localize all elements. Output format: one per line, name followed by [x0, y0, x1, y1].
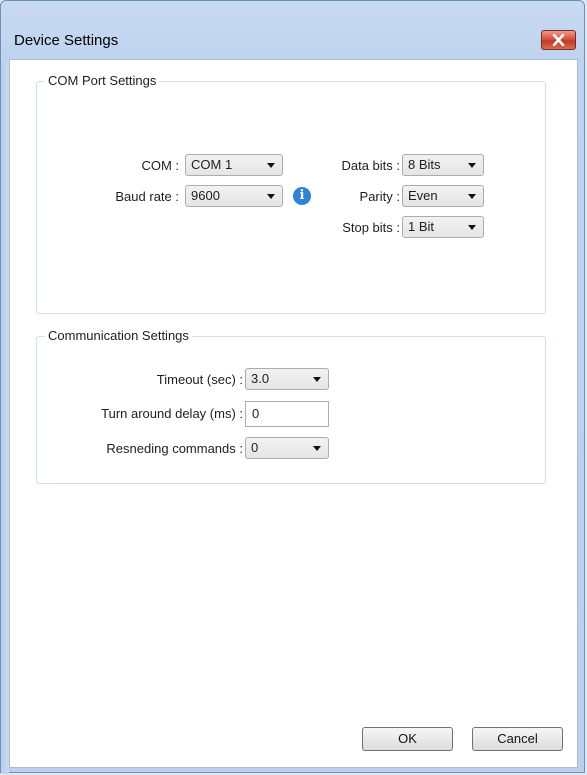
dialog-window: Device Settings COM Port Settings COM : …	[0, 0, 585, 774]
ok-button[interactable]: OK	[362, 727, 453, 751]
cancel-button[interactable]: Cancel	[472, 727, 563, 751]
com-select-value: COM 1	[191, 157, 233, 172]
turnaround-delay-label: Turn around delay (ms) :	[101, 406, 243, 421]
window-frame-edge	[1, 61, 9, 774]
stop-bits-label: Stop bits :	[342, 220, 400, 235]
data-bits-select[interactable]: 8 Bits	[402, 154, 484, 176]
chevron-down-icon	[313, 446, 321, 451]
timeout-select-value: 3.0	[251, 371, 270, 386]
stop-bits-select[interactable]: 1 Bit	[402, 216, 484, 238]
chevron-down-icon	[468, 194, 476, 199]
dialog-content: COM Port Settings COM : COM 1 Baud rate …	[9, 59, 578, 768]
communication-settings-group: Communication Settings Timeout (sec) : 3…	[36, 328, 546, 484]
timeout-select[interactable]: 3.0	[245, 368, 329, 390]
close-icon	[552, 34, 565, 46]
turnaround-delay-value: 0	[252, 406, 260, 421]
parity-select[interactable]: Even	[402, 185, 484, 207]
parity-label: Parity :	[359, 189, 400, 204]
communication-settings-title: Communication Settings	[45, 328, 192, 344]
resending-commands-select[interactable]: 0	[245, 437, 329, 459]
parity-select-value: Even	[408, 188, 438, 203]
chevron-down-icon	[267, 194, 275, 199]
chevron-down-icon	[267, 163, 275, 168]
com-select[interactable]: COM 1	[185, 154, 283, 176]
chevron-down-icon	[313, 377, 321, 382]
timeout-label: Timeout (sec) :	[156, 372, 243, 387]
resending-commands-select-value: 0	[251, 440, 259, 455]
close-button[interactable]	[541, 30, 576, 50]
data-bits-label: Data bits :	[341, 158, 400, 173]
baud-rate-select[interactable]: 9600	[185, 185, 283, 207]
window-title: Device Settings	[14, 32, 119, 49]
chevron-down-icon	[468, 225, 476, 230]
stop-bits-select-value: 1 Bit	[408, 219, 435, 234]
com-port-settings-group: COM Port Settings COM : COM 1 Baud rate …	[36, 73, 546, 314]
baud-rate-label: Baud rate :	[115, 189, 179, 204]
baud-rate-select-value: 9600	[191, 188, 220, 203]
info-icon[interactable]: i	[293, 187, 311, 205]
com-port-settings-title: COM Port Settings	[45, 73, 160, 89]
chevron-down-icon	[468, 163, 476, 168]
com-label: COM :	[141, 158, 179, 173]
resending-commands-label: Resneding commands :	[106, 441, 243, 456]
data-bits-select-value: 8 Bits	[408, 157, 441, 172]
turnaround-delay-input[interactable]: 0	[245, 401, 329, 427]
title-bar[interactable]: Device Settings	[1, 1, 584, 65]
